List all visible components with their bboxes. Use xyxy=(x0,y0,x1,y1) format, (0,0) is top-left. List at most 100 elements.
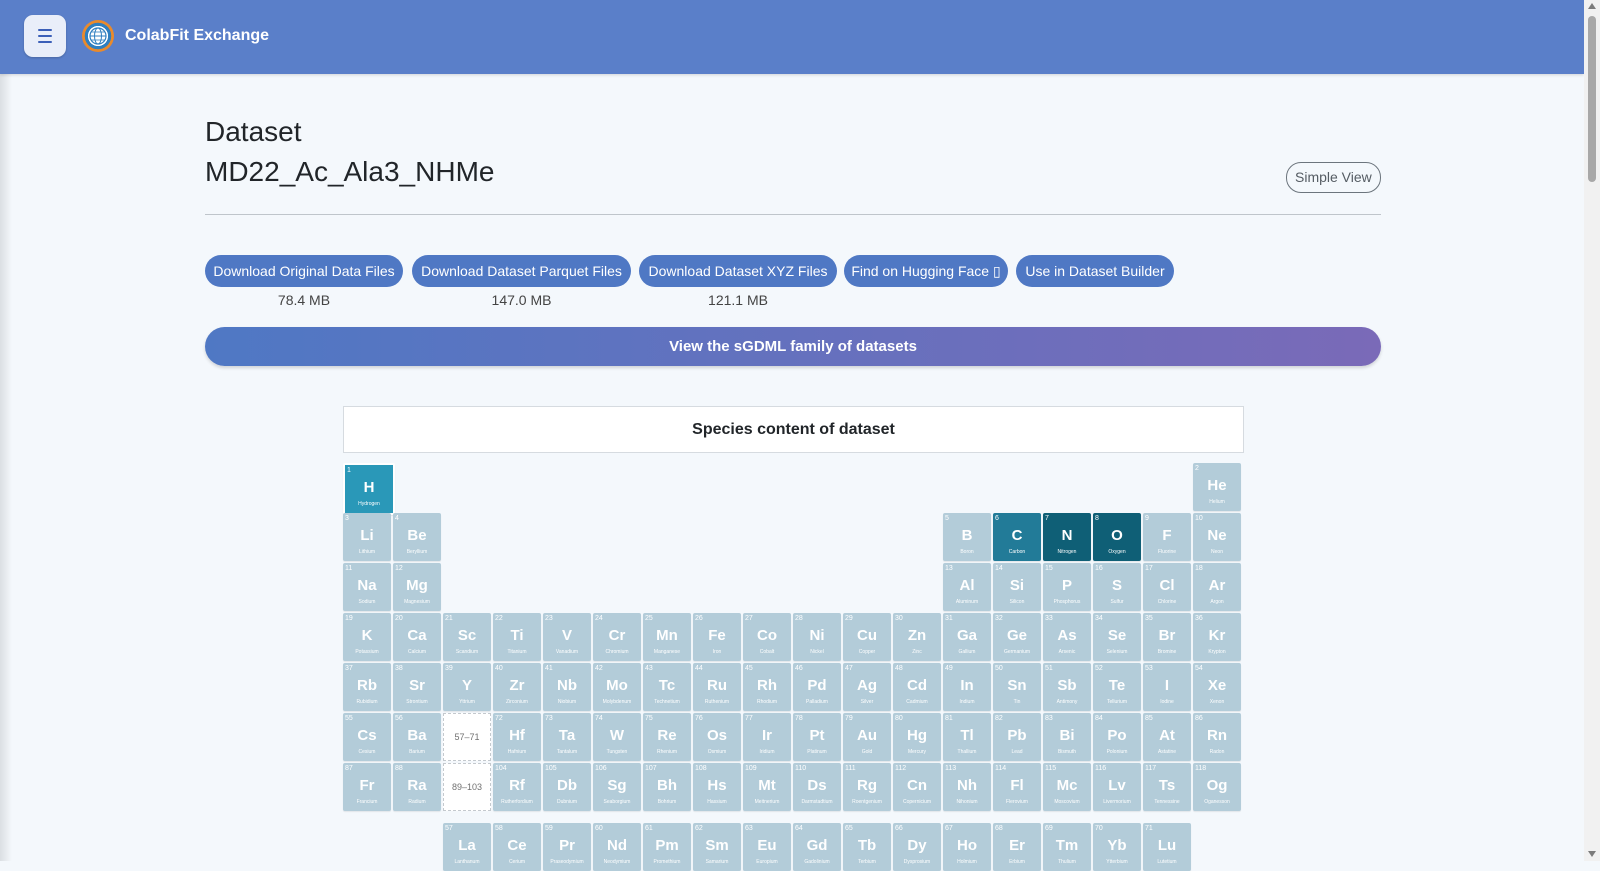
element-f[interactable]: 9 F Fluorine xyxy=(1143,513,1191,561)
simple-view-button[interactable]: Simple View xyxy=(1286,162,1381,193)
element-ge[interactable]: 32 Ge Germanium xyxy=(993,613,1041,661)
element-db[interactable]: 105 Db Dubnium xyxy=(543,763,591,811)
element-pb[interactable]: 82 Pb Lead xyxy=(993,713,1041,761)
element-he[interactable]: 2 He Helium xyxy=(1193,463,1241,511)
element-og[interactable]: 118 Og Oganesson xyxy=(1193,763,1241,811)
element-si[interactable]: 14 Si Silicon xyxy=(993,563,1041,611)
element-k[interactable]: 19 K Potassium xyxy=(343,613,391,661)
element-tm[interactable]: 69 Tm Thulium xyxy=(1043,823,1091,871)
element-ho[interactable]: 67 Ho Holmium xyxy=(943,823,991,871)
element-in[interactable]: 49 In Indium xyxy=(943,663,991,711)
element-sb[interactable]: 51 Sb Antimony xyxy=(1043,663,1091,711)
element-fr[interactable]: 87 Fr Francium xyxy=(343,763,391,811)
element-cs[interactable]: 55 Cs Cesium xyxy=(343,713,391,761)
element-ni[interactable]: 28 Ni Nickel xyxy=(793,613,841,661)
element-ga[interactable]: 31 Ga Gallium xyxy=(943,613,991,661)
element-au[interactable]: 79 Au Gold xyxy=(843,713,891,761)
element-rh[interactable]: 45 Rh Rhodium xyxy=(743,663,791,711)
scroll-up-icon[interactable] xyxy=(1588,3,1596,9)
element-hg[interactable]: 80 Hg Mercury xyxy=(893,713,941,761)
scroll-down-icon[interactable] xyxy=(1588,851,1596,857)
element-fl[interactable]: 114 Fl Flerovium xyxy=(993,763,1041,811)
element-pm[interactable]: 61 Pm Promethium xyxy=(643,823,691,871)
element-pr[interactable]: 59 Pr Praseodymium xyxy=(543,823,591,871)
element-ca[interactable]: 20 Ca Calcium xyxy=(393,613,441,661)
element-ds[interactable]: 110 Ds Darmstadtium xyxy=(793,763,841,811)
element-sg[interactable]: 106 Sg Seaborgium xyxy=(593,763,641,811)
element-mc[interactable]: 115 Mc Moscovium xyxy=(1043,763,1091,811)
element-pt[interactable]: 78 Pt Platinum xyxy=(793,713,841,761)
element-sn[interactable]: 50 Sn Tin xyxy=(993,663,1041,711)
element-n[interactable]: 7 N Nitrogen xyxy=(1043,513,1091,561)
element-co[interactable]: 27 Co Cobalt xyxy=(743,613,791,661)
element-mn[interactable]: 25 Mn Manganese xyxy=(643,613,691,661)
element-ts[interactable]: 117 Ts Tennessine xyxy=(1143,763,1191,811)
element-hf[interactable]: 72 Hf Hafnium xyxy=(493,713,541,761)
element-os[interactable]: 76 Os Osmium xyxy=(693,713,741,761)
element-i[interactable]: 53 I Iodine xyxy=(1143,663,1191,711)
element-br[interactable]: 35 Br Bromine xyxy=(1143,613,1191,661)
element-er[interactable]: 68 Er Erbium xyxy=(993,823,1041,871)
element-rf[interactable]: 104 Rf Rutherfordium xyxy=(493,763,541,811)
element-bh[interactable]: 107 Bh Bohrium xyxy=(643,763,691,811)
element-al[interactable]: 13 Al Aluminum xyxy=(943,563,991,611)
element-bi[interactable]: 83 Bi Bismuth xyxy=(1043,713,1091,761)
element-rg[interactable]: 111 Rg Roentgenium xyxy=(843,763,891,811)
element-dy[interactable]: 66 Dy Dysprosium xyxy=(893,823,941,871)
element-ce[interactable]: 58 Ce Cerium xyxy=(493,823,541,871)
element-se[interactable]: 34 Se Selenium xyxy=(1093,613,1141,661)
element-cn[interactable]: 112 Cn Copernicium xyxy=(893,763,941,811)
scroll-thumb[interactable] xyxy=(1588,16,1596,182)
element-cu[interactable]: 29 Cu Copper xyxy=(843,613,891,661)
element-cl[interactable]: 17 Cl Chlorine xyxy=(1143,563,1191,611)
element-mg[interactable]: 12 Mg Magnesium xyxy=(393,563,441,611)
element-ar[interactable]: 18 Ar Argon xyxy=(1193,563,1241,611)
element-li[interactable]: 3 Li Lithium xyxy=(343,513,391,561)
globe-icon[interactable] xyxy=(82,20,114,52)
element-ag[interactable]: 47 Ag Silver xyxy=(843,663,891,711)
element-rb[interactable]: 37 Rb Rubidium xyxy=(343,663,391,711)
element-na[interactable]: 11 Na Sodium xyxy=(343,563,391,611)
element-cd[interactable]: 48 Cd Cadmium xyxy=(893,663,941,711)
hugging-face-button[interactable]: Find on Hugging Face ▯ xyxy=(844,255,1008,287)
element-sm[interactable]: 62 Sm Samarium xyxy=(693,823,741,871)
element-mo[interactable]: 42 Mo Molybdenum xyxy=(593,663,641,711)
element-ra[interactable]: 88 Ra Radium xyxy=(393,763,441,811)
element-w[interactable]: 74 W Tungsten xyxy=(593,713,641,761)
element-sc[interactable]: 21 Sc Scandium xyxy=(443,613,491,661)
element-la[interactable]: 57 La Lanthanum xyxy=(443,823,491,871)
element-cr[interactable]: 24 Cr Chromium xyxy=(593,613,641,661)
element-tb[interactable]: 65 Tb Terbium xyxy=(843,823,891,871)
element-ba[interactable]: 56 Ba Barium xyxy=(393,713,441,761)
element-ta[interactable]: 73 Ta Tantalum xyxy=(543,713,591,761)
element-lv[interactable]: 116 Lv Livermorium xyxy=(1093,763,1141,811)
element-at[interactable]: 85 At Astatine xyxy=(1143,713,1191,761)
element-as[interactable]: 33 As Arsenic xyxy=(1043,613,1091,661)
site-title[interactable]: ColabFit Exchange xyxy=(125,27,269,45)
element-mt[interactable]: 109 Mt Meitnerium xyxy=(743,763,791,811)
element-tl[interactable]: 81 Tl Thallium xyxy=(943,713,991,761)
element-rn[interactable]: 86 Rn Radon xyxy=(1193,713,1241,761)
element-c[interactable]: 6 C Carbon xyxy=(993,513,1041,561)
element-ru[interactable]: 44 Ru Ruthenium xyxy=(693,663,741,711)
element-nh[interactable]: 113 Nh Nihonium xyxy=(943,763,991,811)
element-gd[interactable]: 64 Gd Gadolinium xyxy=(793,823,841,871)
element-po[interactable]: 84 Po Polonium xyxy=(1093,713,1141,761)
element-o[interactable]: 8 O Oxygen xyxy=(1093,513,1141,561)
element-yb[interactable]: 70 Yb Ytterbium xyxy=(1093,823,1141,871)
element-zn[interactable]: 30 Zn Zinc xyxy=(893,613,941,661)
element-xe[interactable]: 54 Xe Xenon xyxy=(1193,663,1241,711)
download-xyz-button[interactable]: Download Dataset XYZ Files xyxy=(639,255,837,287)
dataset-builder-button[interactable]: Use in Dataset Builder xyxy=(1016,255,1174,287)
element-re[interactable]: 75 Re Rhenium xyxy=(643,713,691,761)
element-s[interactable]: 16 S Sulfur xyxy=(1093,563,1141,611)
element-hs[interactable]: 108 Hs Hassium xyxy=(693,763,741,811)
family-banner-button[interactable]: View the sGDML family of datasets xyxy=(205,327,1381,366)
element-tc[interactable]: 43 Tc Technetium xyxy=(643,663,691,711)
hamburger-icon[interactable] xyxy=(24,15,66,57)
element-kr[interactable]: 36 Kr Krypton xyxy=(1193,613,1241,661)
element-sr[interactable]: 38 Sr Strontium xyxy=(393,663,441,711)
element-be[interactable]: 4 Be Beryllium xyxy=(393,513,441,561)
element-eu[interactable]: 63 Eu Europium xyxy=(743,823,791,871)
element-te[interactable]: 52 Te Tellurium xyxy=(1093,663,1141,711)
